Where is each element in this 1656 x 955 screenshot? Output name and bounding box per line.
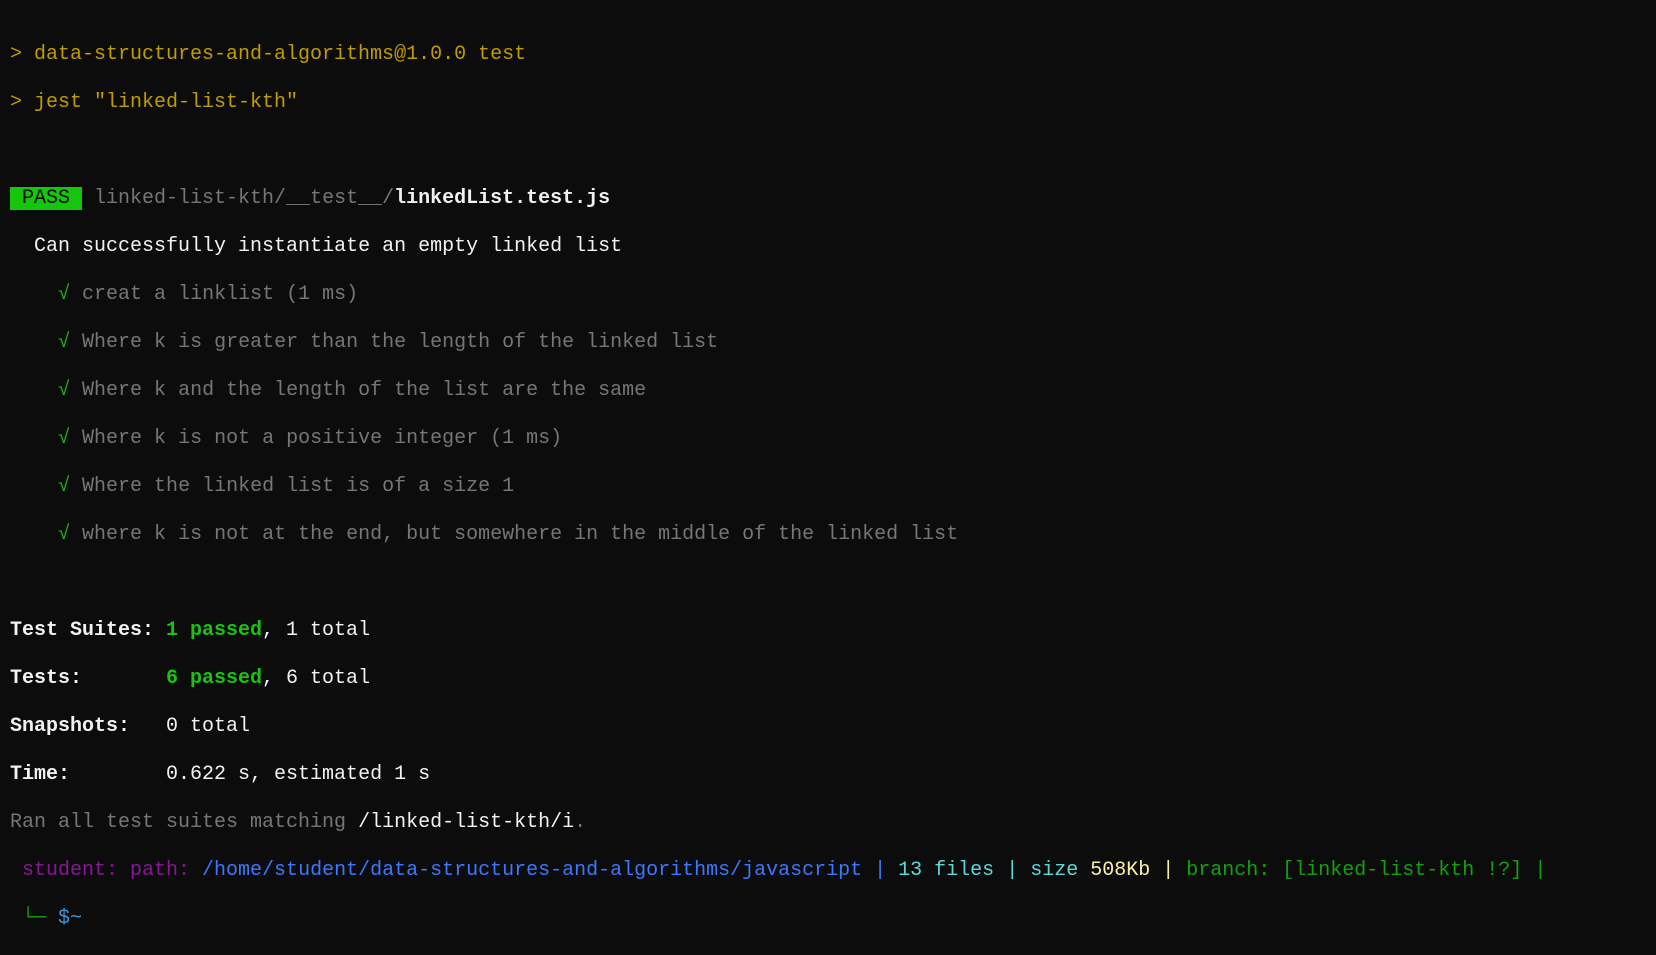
summary-suites: Test Suites: 1 passed, 1 total [10,619,371,642]
check-icon: √ [58,331,71,354]
test-file-result: PASS linked-list-kth/__test__/linkedList… [10,187,1546,211]
pass-badge: PASS [10,187,83,210]
ran-tests: Ran all test suites matching /linked-lis… [10,811,587,834]
test-item: √ Where k is not a positive integer (1 m… [58,427,563,450]
summary-snapshots: Snapshots: 0 total [10,715,251,738]
prompt-symbol: $~ [58,907,83,930]
corner-icon: └─ [22,907,59,930]
test-item: √ Where k and the length of the list are… [58,379,647,402]
summary-time: Time: 0.622 s, estimated 1 s [10,763,431,786]
command-line: > data-structures-and-algorithms@1.0.0 t… [10,43,527,66]
test-item: √ where k is not at the end, but somewhe… [58,523,959,546]
check-icon: √ [58,379,71,402]
test-item: √ Where the linked list is of a size 1 [58,475,515,498]
check-icon: √ [58,523,71,546]
describe-block: Can successfully instantiate an empty li… [34,235,623,258]
summary-tests: Tests: 6 passed, 6 total [10,667,371,690]
shell-input-line[interactable]: └─ $~ [10,907,1546,931]
test-file-name: linkedList.test.js [394,187,611,210]
check-icon: √ [58,283,71,306]
check-icon: √ [58,427,71,450]
shell-prompt: student: path: /home/student/data-struct… [22,859,1547,882]
terminal-output: > data-structures-and-algorithms@1.0.0 t… [10,19,1546,955]
test-item: √ creat a linklist (1 ms) [58,283,359,306]
command-line: > jest "linked-list-kth" [10,91,299,114]
check-icon: √ [58,475,71,498]
test-item: √ Where k is greater than the length of … [58,331,719,354]
test-path-dir: linked-list-kth/__test__/ [94,187,395,210]
